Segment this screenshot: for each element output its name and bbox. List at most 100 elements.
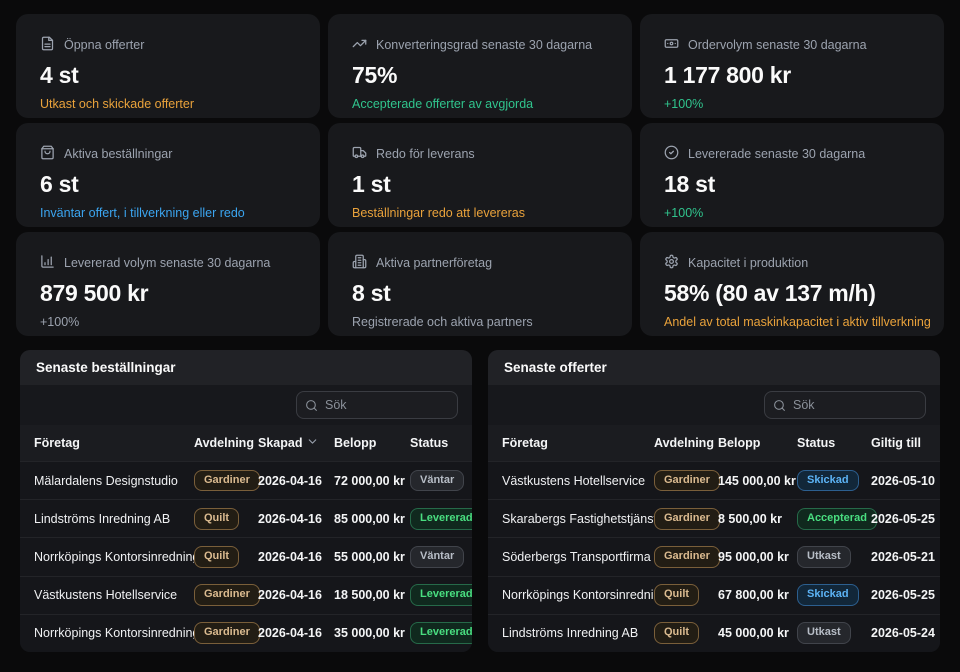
status-badge: Väntar (410, 546, 464, 568)
kpi-value: 1 177 800 kr (664, 62, 920, 89)
kpi-subtitle: Andel av total maskinkapacitet i aktiv t… (664, 315, 920, 329)
kpi-card-active-orders: Aktiva beställningar 6 st Inväntar offer… (16, 123, 320, 227)
kpi-label: Kapacitet i produktion (688, 256, 808, 270)
orders-header-row: Företag Avdelning Skapad Belopp Status (20, 425, 472, 461)
quote-valid-until: 2026-05-25 (871, 512, 935, 526)
kpi-subtitle: Accepterade offerter av avgjorda (352, 97, 608, 111)
kpi-card-delivered-count: Levererade senaste 30 dagarna 18 st +100… (640, 123, 944, 227)
quote-amount: 8 500,00 kr (718, 512, 797, 526)
order-amount: 72 000,00 kr (334, 474, 410, 488)
department-badge: Gardiner (654, 470, 720, 492)
quotes-toolbar (488, 385, 940, 425)
kpi-value: 879 500 kr (40, 280, 296, 307)
order-company: Norrköpings Kontorsinredning (34, 626, 194, 640)
quote-valid-until: 2026-05-24 (871, 626, 935, 640)
column-header-company[interactable]: Företag (502, 436, 654, 450)
kpi-value: 4 st (40, 62, 296, 89)
quotes-table: Senaste offerter Företag Avdelning Belop… (488, 350, 940, 652)
column-header-status[interactable]: Status (410, 436, 458, 450)
kpi-grid: Öppna offerter 4 st Utkast och skickade … (0, 0, 960, 336)
department-badge: Gardiner (194, 470, 260, 492)
banknote-icon (664, 36, 679, 54)
kpi-label: Öppna offerter (64, 38, 144, 52)
column-header-amount[interactable]: Belopp (334, 436, 410, 450)
order-amount: 18 500,00 kr (334, 588, 410, 602)
kpi-value: 18 st (664, 171, 920, 198)
quote-company: Lindströms Inredning AB (502, 626, 654, 640)
kpi-label: Aktiva partnerföretag (376, 256, 492, 270)
table-row[interactable]: Norrköpings Kontorsinredning Quilt 67 80… (488, 576, 940, 614)
column-header-company[interactable]: Företag (34, 436, 194, 450)
column-header-department[interactable]: Avdelning (194, 436, 258, 450)
order-company: Västkustens Hotellservice (34, 588, 194, 602)
table-row[interactable]: Lindströms Inredning AB Quilt 2026-04-16… (20, 499, 472, 537)
kpi-subtitle: +100% (40, 315, 296, 329)
orders-table-title: Senaste beställningar (20, 350, 472, 385)
status-badge: Skickad (797, 470, 859, 492)
table-row[interactable]: Skarabergs Fastighetstjänst Gardiner 8 5… (488, 499, 940, 537)
kpi-card-conversion-rate: Konverteringsgrad senaste 30 dagarna 75%… (328, 14, 632, 118)
quote-amount: 145 000,00 kr (718, 474, 797, 488)
quote-valid-until: 2026-05-21 (871, 550, 935, 564)
quotes-header-row: Företag Avdelning Belopp Status Giltig t… (488, 425, 940, 461)
status-badge: Väntar (410, 470, 464, 492)
kpi-label: Aktiva beställningar (64, 147, 172, 161)
department-badge: Quilt (194, 508, 239, 530)
quote-company: Skarabergs Fastighetstjänst (502, 512, 654, 526)
kpi-label: Levererad volym senaste 30 dagarna (64, 256, 270, 270)
department-badge: Gardiner (194, 622, 260, 644)
order-amount: 55 000,00 kr (334, 550, 410, 564)
status-badge: Levererad (410, 584, 472, 606)
quote-amount: 95 000,00 kr (718, 550, 797, 564)
orders-table: Senaste beställningar Företag Avdelning … (20, 350, 472, 652)
kpi-card-ready-for-delivery: Redo för leverans 1 st Beställningar red… (328, 123, 632, 227)
truck-icon (352, 145, 367, 163)
table-row[interactable]: Västkustens Hotellservice Gardiner 2026-… (20, 576, 472, 614)
order-created: 2026-04-16 (258, 474, 334, 488)
table-row[interactable]: Söderbergs Transportfirma Gardiner 95 00… (488, 537, 940, 575)
column-header-valid-until[interactable]: Giltig till (871, 436, 926, 450)
kpi-subtitle: Utkast och skickade offerter (40, 97, 296, 111)
table-row[interactable]: Norrköpings Kontorsinredning Gardiner 20… (20, 614, 472, 652)
table-row[interactable]: Västkustens Hotellservice Gardiner 145 0… (488, 461, 940, 499)
orders-search-input[interactable] (296, 391, 458, 419)
column-header-department[interactable]: Avdelning (654, 436, 718, 450)
kpi-subtitle: Registrerade och aktiva partners (352, 315, 608, 329)
department-badge: Quilt (654, 584, 699, 606)
department-badge: Gardiner (194, 584, 260, 606)
department-badge: Quilt (194, 546, 239, 568)
kpi-card-open-quotes: Öppna offerter 4 st Utkast och skickade … (16, 14, 320, 118)
gear-icon (664, 254, 679, 272)
department-badge: Gardiner (654, 508, 720, 530)
kpi-value: 6 st (40, 171, 296, 198)
quote-valid-until: 2026-05-10 (871, 474, 935, 488)
kpi-label: Ordervolym senaste 30 dagarna (688, 38, 867, 52)
kpi-subtitle: +100% (664, 97, 920, 111)
column-header-created[interactable]: Skapad (258, 435, 334, 451)
order-company: Mälardalens Designstudio (34, 474, 194, 488)
table-row[interactable]: Norrköpings Kontorsinredning Quilt 2026-… (20, 537, 472, 575)
order-amount: 85 000,00 kr (334, 512, 410, 526)
check-circle-icon (664, 145, 679, 163)
bar-chart-icon (40, 254, 55, 272)
table-row[interactable]: Mälardalens Designstudio Gardiner 2026-0… (20, 461, 472, 499)
kpi-card-active-partners: Aktiva partnerföretag 8 st Registrerade … (328, 232, 632, 336)
quote-company: Söderbergs Transportfirma (502, 550, 654, 564)
building-icon (352, 254, 367, 272)
quotes-search-input[interactable] (764, 391, 926, 419)
kpi-value: 75% (352, 62, 608, 89)
quote-amount: 45 000,00 kr (718, 626, 797, 640)
column-header-amount[interactable]: Belopp (718, 436, 797, 450)
table-row[interactable]: Lindströms Inredning AB Quilt 45 000,00 … (488, 614, 940, 652)
kpi-value: 58% (80 av 137 m/h) (664, 280, 920, 307)
shopping-bag-icon (40, 145, 55, 163)
status-badge: Skickad (797, 584, 859, 606)
orders-search (296, 391, 458, 419)
kpi-subtitle: Inväntar offert, i tillverkning eller re… (40, 206, 296, 220)
kpi-card-order-volume: Ordervolym senaste 30 dagarna 1 177 800 … (640, 14, 944, 118)
kpi-card-production-capacity: Kapacitet i produktion 58% (80 av 137 m/… (640, 232, 944, 336)
order-company: Lindströms Inredning AB (34, 512, 194, 526)
kpi-label: Konverteringsgrad senaste 30 dagarna (376, 38, 592, 52)
order-company: Norrköpings Kontorsinredning (34, 550, 194, 564)
column-header-status[interactable]: Status (797, 436, 871, 450)
